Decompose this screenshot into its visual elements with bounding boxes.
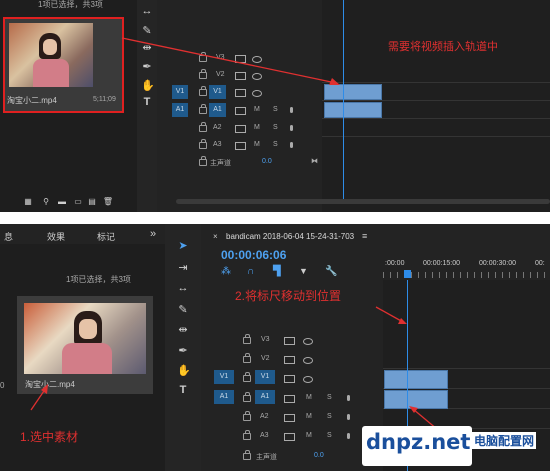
bottom-screenshot: 息 效果 标记 » 1项已选择，共3项 淘宝小二.mp4 0 1.选中素材 ➤ … [0,224,550,471]
timeline-scrollbar[interactable] [176,199,550,204]
watermark-logo: dnpz.net [362,426,472,466]
watermark-brand: dnpz.net [366,430,471,454]
watermark-cn: 电脑配置网 [472,432,537,449]
watermark: dnpz.net 电脑配置网 [362,424,550,471]
top-screenshot: 1项已选择，共3项 淘宝小二.mp4 5;11;09 ▦ ⚲ ▬ ▭ ▤ 🗑 ↔… [0,0,550,212]
annotation-arrow [121,37,340,85]
